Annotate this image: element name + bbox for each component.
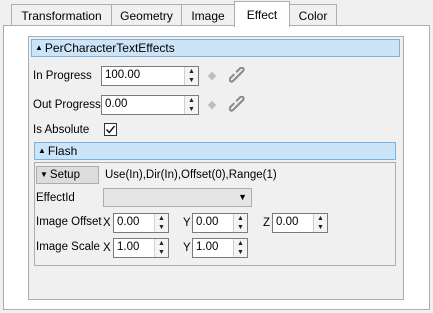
image-scale-label: Image Scale — [36, 241, 100, 253]
image-scale-x-value: 1.00 — [117, 241, 140, 253]
chain-link-icon[interactable] — [229, 96, 247, 114]
triangle-down-icon: ▼ — [40, 170, 48, 179]
spin-down-icon[interactable]: ▼ — [185, 105, 198, 114]
spin-down-icon[interactable]: ▼ — [314, 223, 327, 232]
section-header-flash[interactable]: ▲ Flash — [34, 142, 396, 160]
spin-buttons: ▲ ▼ — [184, 67, 198, 85]
tab-geometry[interactable]: Geometry — [111, 4, 182, 26]
triangle-up-icon: ▲ — [38, 146, 46, 155]
spin-down-icon[interactable]: ▼ — [234, 248, 247, 257]
image-scale-x-spinbox[interactable]: 1.00 ▲ ▼ — [113, 238, 169, 258]
spin-buttons: ▲ ▼ — [313, 214, 327, 232]
image-offset-label: Image Offset — [36, 216, 102, 228]
image-offset-z-value: 0.00 — [276, 216, 299, 228]
spin-buttons: ▲ ▼ — [184, 96, 198, 114]
spin-up-icon[interactable]: ▲ — [234, 239, 247, 248]
image-offset-x-spinbox[interactable]: 0.00 ▲ ▼ — [113, 213, 169, 233]
tab-effect[interactable]: Effect — [234, 1, 290, 27]
section-title: Flash — [47, 144, 78, 158]
setup-button[interactable]: ▼ Setup — [36, 166, 99, 184]
section-header-per-character-text-effects[interactable]: ▲ PerCharacterTextEffects — [31, 39, 400, 57]
tab-label: Transformation — [21, 8, 102, 23]
spin-up-icon[interactable]: ▲ — [155, 239, 168, 248]
tab-transformation[interactable]: Transformation — [11, 4, 112, 26]
tab-color[interactable]: Color — [289, 4, 337, 26]
spin-down-icon[interactable]: ▼ — [155, 223, 168, 232]
setup-button-label: Setup — [49, 169, 80, 181]
out-progress-spinbox[interactable]: 0.00 ▲ ▼ — [101, 95, 199, 115]
spin-up-icon[interactable]: ▲ — [234, 214, 247, 223]
image-scale-y-label: Y — [183, 242, 191, 254]
tab-label: Geometry — [120, 8, 173, 23]
is-absolute-checkbox[interactable] — [104, 123, 117, 136]
tab-image[interactable]: Image — [181, 4, 235, 26]
in-progress-label: In Progress — [33, 70, 92, 82]
image-offset-x-value: 0.00 — [117, 216, 140, 228]
image-scale-y-spinbox[interactable]: 1.00 ▲ ▼ — [192, 238, 248, 258]
spin-buttons: ▲ ▼ — [154, 214, 168, 232]
in-progress-value: 100.00 — [105, 69, 141, 81]
spin-up-icon[interactable]: ▲ — [155, 214, 168, 223]
effect-id-label: EffectId — [36, 192, 75, 204]
out-progress-label: Out Progress — [33, 99, 101, 111]
image-offset-z-label: Z — [263, 217, 271, 229]
tab-label: Image — [191, 8, 225, 23]
section-title: PerCharacterTextEffects — [44, 41, 175, 55]
image-offset-y-spinbox[interactable]: 0.00 ▲ ▼ — [192, 213, 248, 233]
spin-up-icon[interactable]: ▲ — [185, 67, 198, 76]
chevron-down-icon: ▼ — [238, 192, 247, 202]
chain-link-icon[interactable] — [229, 67, 247, 85]
spin-down-icon[interactable]: ▼ — [155, 248, 168, 257]
tab-label: Effect — [246, 7, 278, 22]
checkmark-icon — [105, 125, 116, 134]
image-offset-z-spinbox[interactable]: 0.00 ▲ ▼ — [272, 213, 328, 233]
effect-id-dropdown[interactable]: ▼ — [103, 188, 252, 207]
spin-buttons: ▲ ▼ — [154, 239, 168, 257]
spin-up-icon[interactable]: ▲ — [185, 96, 198, 105]
image-offset-y-value: 0.00 — [196, 216, 219, 228]
tab-label: Color — [298, 8, 328, 23]
image-offset-x-label: X — [103, 217, 111, 229]
spin-down-icon[interactable]: ▼ — [234, 223, 247, 232]
triangle-up-icon: ▲ — [35, 43, 43, 52]
image-scale-y-value: 1.00 — [196, 241, 219, 253]
spin-up-icon[interactable]: ▲ — [314, 214, 327, 223]
setup-summary: Use(In),Dir(In),Offset(0),Range(1) — [105, 169, 277, 181]
is-absolute-label: Is Absolute — [33, 124, 90, 136]
image-offset-y-label: Y — [183, 217, 191, 229]
in-progress-spinbox[interactable]: 100.00 ▲ ▼ — [101, 66, 199, 86]
spin-buttons: ▲ ▼ — [233, 239, 247, 257]
tab-bar: Transformation Geometry Image Effect Col… — [0, 0, 433, 27]
image-scale-x-label: X — [103, 242, 111, 254]
spin-down-icon[interactable]: ▼ — [185, 76, 198, 85]
spin-buttons: ▲ ▼ — [233, 214, 247, 232]
out-progress-value: 0.00 — [105, 98, 128, 110]
